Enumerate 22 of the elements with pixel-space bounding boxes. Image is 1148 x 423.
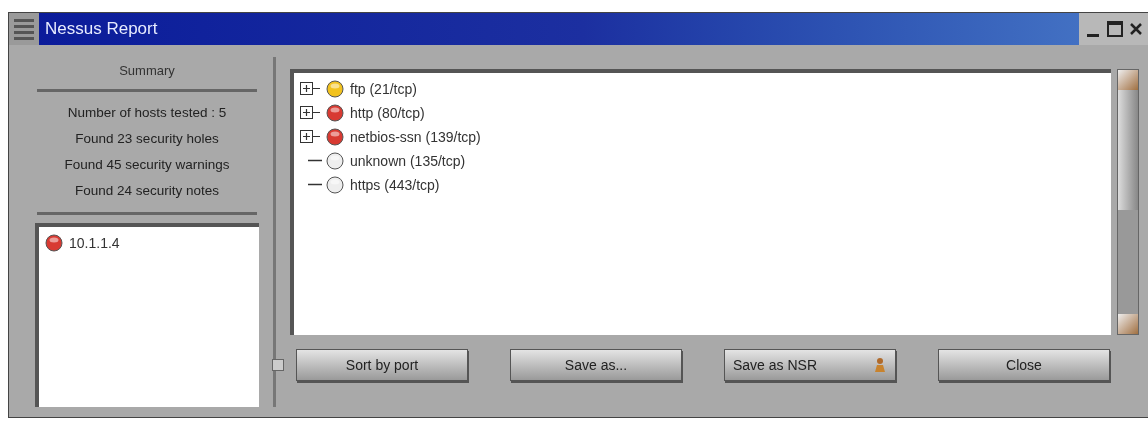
summary-line: Found 23 security holes [74,129,220,148]
handle-icon[interactable] [272,359,284,371]
dialog-button[interactable]: Sort by port [296,349,468,381]
summary-heading: Summary [118,62,176,80]
scrollbar[interactable] [1117,69,1139,335]
dialog-button[interactable]: Close [938,349,1110,381]
port-label[interactable]: ftp (21/tcp) [350,78,417,100]
maximize-icon[interactable] [1107,21,1123,37]
port-label[interactable]: netbios-ssn (139/tcp) [350,126,481,148]
window-menu-icon[interactable] [9,13,39,45]
window-title: Nessus Report [45,18,158,41]
summary-line: Found 24 security notes [73,181,221,200]
port-label[interactable]: http (80/tcp) [350,102,425,124]
port-label[interactable]: unknown (135/tcp) [350,150,466,172]
port-label[interactable]: https (443/tcp) [350,174,440,196]
dialog-button[interactable]: Save as... [510,349,682,381]
host-item[interactable]: 10.1.1.4 [45,232,259,254]
summary-line: Number of hosts tested : 5 [66,103,228,122]
summary-line: Found 45 security warnings [63,155,231,174]
close-icon[interactable] [1129,22,1143,36]
figure-icon [873,357,887,373]
save-nsr-button[interactable]: Save as NSR [724,349,896,381]
